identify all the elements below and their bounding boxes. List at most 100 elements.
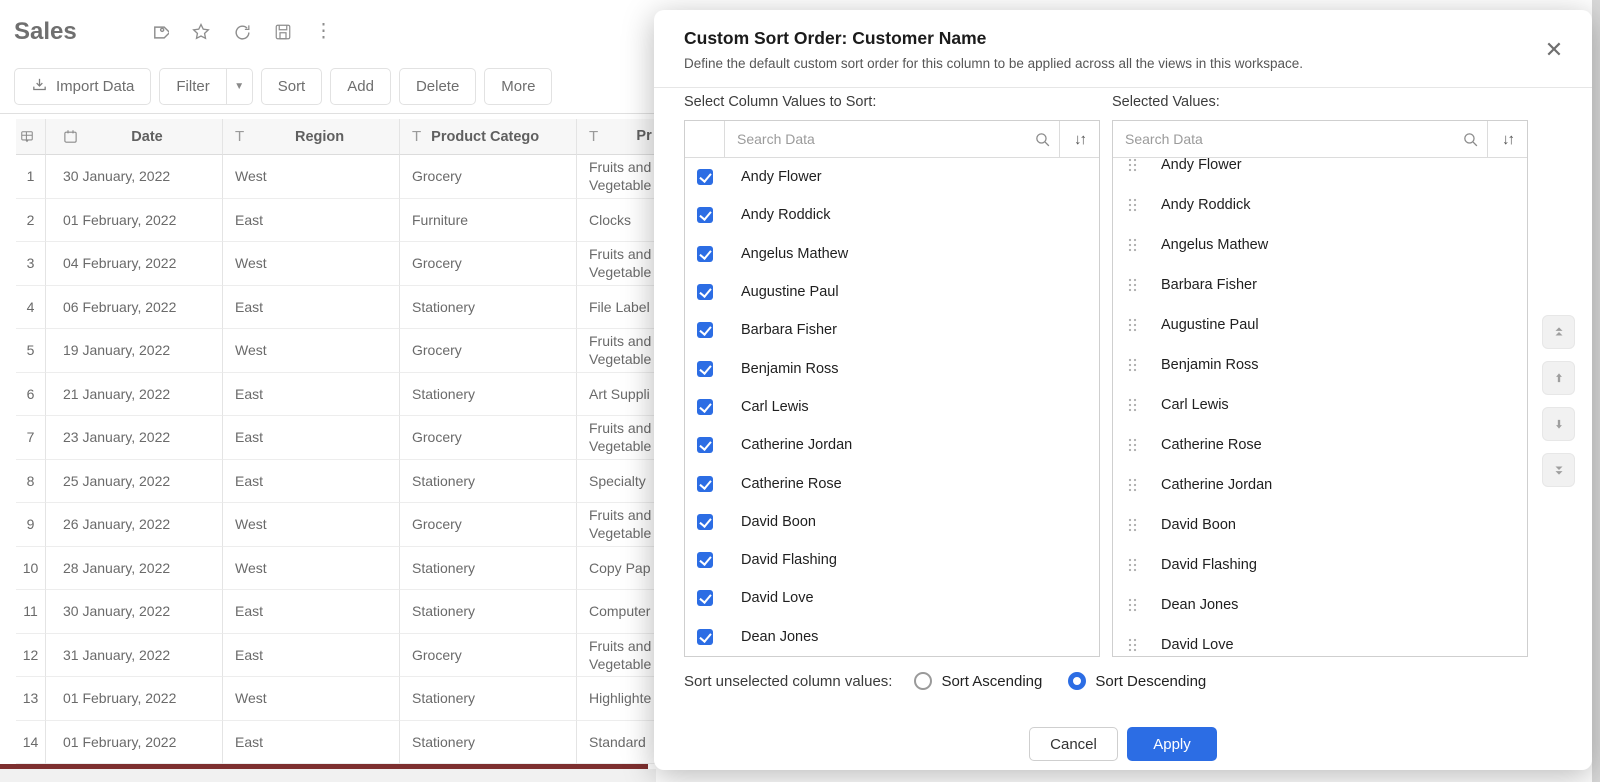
select-all-checkbox-cell[interactable]: [685, 121, 725, 157]
table-row[interactable]: 10 28 January, 2022 West Stationery Copy…: [16, 546, 696, 590]
date-cell[interactable]: 01 February, 2022: [46, 720, 223, 764]
row-number-cell[interactable]: 1: [16, 155, 46, 199]
drag-handle-icon[interactable]: [1127, 158, 1139, 173]
apply-button[interactable]: Apply: [1127, 727, 1217, 761]
list-item[interactable]: Barbara Fisher: [685, 311, 1099, 349]
row-number-cell[interactable]: 4: [16, 285, 46, 329]
sort-ascending-label[interactable]: Sort Ascending: [941, 673, 1042, 690]
category-cell[interactable]: Grocery: [400, 329, 577, 373]
list-item[interactable]: Andy Flower: [685, 158, 1099, 196]
category-cell[interactable]: Grocery: [400, 155, 577, 199]
date-cell[interactable]: 26 January, 2022: [46, 503, 223, 547]
list-item[interactable]: Angelus Mathew: [1113, 225, 1527, 265]
category-cell[interactable]: Stationery: [400, 459, 577, 503]
close-icon[interactable]: ✕: [1542, 38, 1566, 62]
region-cell[interactable]: West: [223, 329, 400, 373]
table-row[interactable]: 13 01 February, 2022 West Stationery Hig…: [16, 677, 696, 721]
table-row[interactable]: 7 23 January, 2022 East Grocery Fruits a…: [16, 416, 696, 460]
delete-button[interactable]: Delete: [398, 68, 477, 105]
list-item[interactable]: David Love: [1113, 625, 1527, 656]
list-item[interactable]: David Flashing: [685, 541, 1099, 579]
list-item[interactable]: Andy Roddick: [685, 196, 1099, 234]
search-icon[interactable]: [1025, 131, 1059, 148]
drag-handle-icon[interactable]: [1127, 637, 1139, 653]
drag-handle-icon[interactable]: [1127, 357, 1139, 373]
filter-caret-button[interactable]: ▼: [226, 68, 253, 105]
cancel-button[interactable]: Cancel: [1029, 727, 1118, 761]
item-checkbox[interactable]: [697, 628, 713, 645]
list-item[interactable]: Catherine Rose: [685, 464, 1099, 502]
table-row[interactable]: 1 30 January, 2022 West Grocery Fruits a…: [16, 155, 696, 199]
list-item[interactable]: Catherine Rose: [1113, 425, 1527, 465]
column-header-product-category[interactable]: T Product Catego: [400, 119, 577, 155]
page-scrollbar-track[interactable]: [1592, 0, 1600, 782]
column-header-date[interactable]: Date: [46, 119, 223, 155]
table-row[interactable]: 8 25 January, 2022 East Stationery Speci…: [16, 459, 696, 503]
item-checkbox[interactable]: [697, 284, 713, 301]
import-data-button[interactable]: Import Data: [14, 68, 152, 105]
row-number-cell[interactable]: 7: [16, 416, 46, 460]
filter-button[interactable]: Filter: [159, 68, 227, 105]
date-cell[interactable]: 28 January, 2022: [46, 546, 223, 590]
row-number-cell[interactable]: 3: [16, 242, 46, 286]
row-number-cell[interactable]: 14: [16, 720, 46, 764]
region-cell[interactable]: East: [223, 198, 400, 242]
date-cell[interactable]: 01 February, 2022: [46, 198, 223, 242]
sort-button[interactable]: Sort: [260, 68, 323, 105]
drag-handle-icon[interactable]: [1127, 397, 1139, 413]
search-icon[interactable]: [1453, 131, 1487, 148]
list-item[interactable]: Benjamin Ross: [685, 349, 1099, 387]
row-number-cell[interactable]: 12: [16, 633, 46, 677]
drag-handle-icon[interactable]: [1127, 557, 1139, 573]
item-checkbox[interactable]: [697, 169, 713, 186]
list-item[interactable]: Catherine Jordan: [1113, 465, 1527, 505]
item-checkbox[interactable]: [697, 398, 713, 415]
save-icon[interactable]: [274, 23, 292, 41]
row-number-cell[interactable]: 13: [16, 677, 46, 721]
table-row[interactable]: 9 26 January, 2022 West Grocery Fruits a…: [16, 503, 696, 547]
table-row[interactable]: 4 06 February, 2022 East Stationery File…: [16, 285, 696, 329]
move-to-bottom-button[interactable]: [1542, 453, 1575, 487]
sort-descending-label[interactable]: Sort Descending: [1095, 673, 1206, 690]
category-cell[interactable]: Stationery: [400, 285, 577, 329]
list-item[interactable]: Catherine Jordan: [685, 426, 1099, 464]
move-down-button[interactable]: [1542, 407, 1575, 441]
table-row[interactable]: 3 04 February, 2022 West Grocery Fruits …: [16, 242, 696, 286]
region-cell[interactable]: West: [223, 677, 400, 721]
drag-handle-icon[interactable]: [1127, 197, 1139, 213]
list-item[interactable]: Dean Jones: [685, 618, 1099, 656]
category-cell[interactable]: Stationery: [400, 677, 577, 721]
drag-handle-icon[interactable]: [1127, 437, 1139, 453]
region-cell[interactable]: West: [223, 242, 400, 286]
list-item[interactable]: David Flashing: [1113, 545, 1527, 585]
item-checkbox[interactable]: [697, 475, 713, 492]
category-cell[interactable]: Stationery: [400, 372, 577, 416]
sort-ascending-radio[interactable]: [914, 672, 933, 690]
item-checkbox[interactable]: [697, 207, 713, 224]
category-cell[interactable]: Grocery: [400, 242, 577, 286]
region-cell[interactable]: East: [223, 416, 400, 460]
date-cell[interactable]: 06 February, 2022: [46, 285, 223, 329]
table-row[interactable]: 5 19 January, 2022 West Grocery Fruits a…: [16, 329, 696, 373]
list-item[interactable]: Angelus Mathew: [685, 235, 1099, 273]
select-all-checkbox[interactable]: [696, 131, 713, 148]
list-item[interactable]: David Boon: [685, 503, 1099, 541]
sort-values-icon[interactable]: ↓↑: [1060, 131, 1099, 148]
tag-icon[interactable]: [150, 23, 169, 42]
select-all-header-cell[interactable]: [16, 119, 46, 155]
column-header-region[interactable]: T Region: [223, 119, 400, 155]
drag-handle-icon[interactable]: [1127, 277, 1139, 293]
category-cell[interactable]: Furniture: [400, 198, 577, 242]
date-cell[interactable]: 21 January, 2022: [46, 372, 223, 416]
more-vertical-icon[interactable]: ⋮: [314, 22, 333, 42]
region-cell[interactable]: West: [223, 546, 400, 590]
region-cell[interactable]: East: [223, 633, 400, 677]
date-cell[interactable]: 01 February, 2022: [46, 677, 223, 721]
item-checkbox[interactable]: [697, 245, 713, 262]
move-up-button[interactable]: [1542, 361, 1575, 395]
list-item[interactable]: Barbara Fisher: [1113, 265, 1527, 305]
list-item[interactable]: Benjamin Ross: [1113, 345, 1527, 385]
row-number-cell[interactable]: 9: [16, 503, 46, 547]
more-button[interactable]: More: [484, 68, 553, 105]
region-cell[interactable]: East: [223, 285, 400, 329]
